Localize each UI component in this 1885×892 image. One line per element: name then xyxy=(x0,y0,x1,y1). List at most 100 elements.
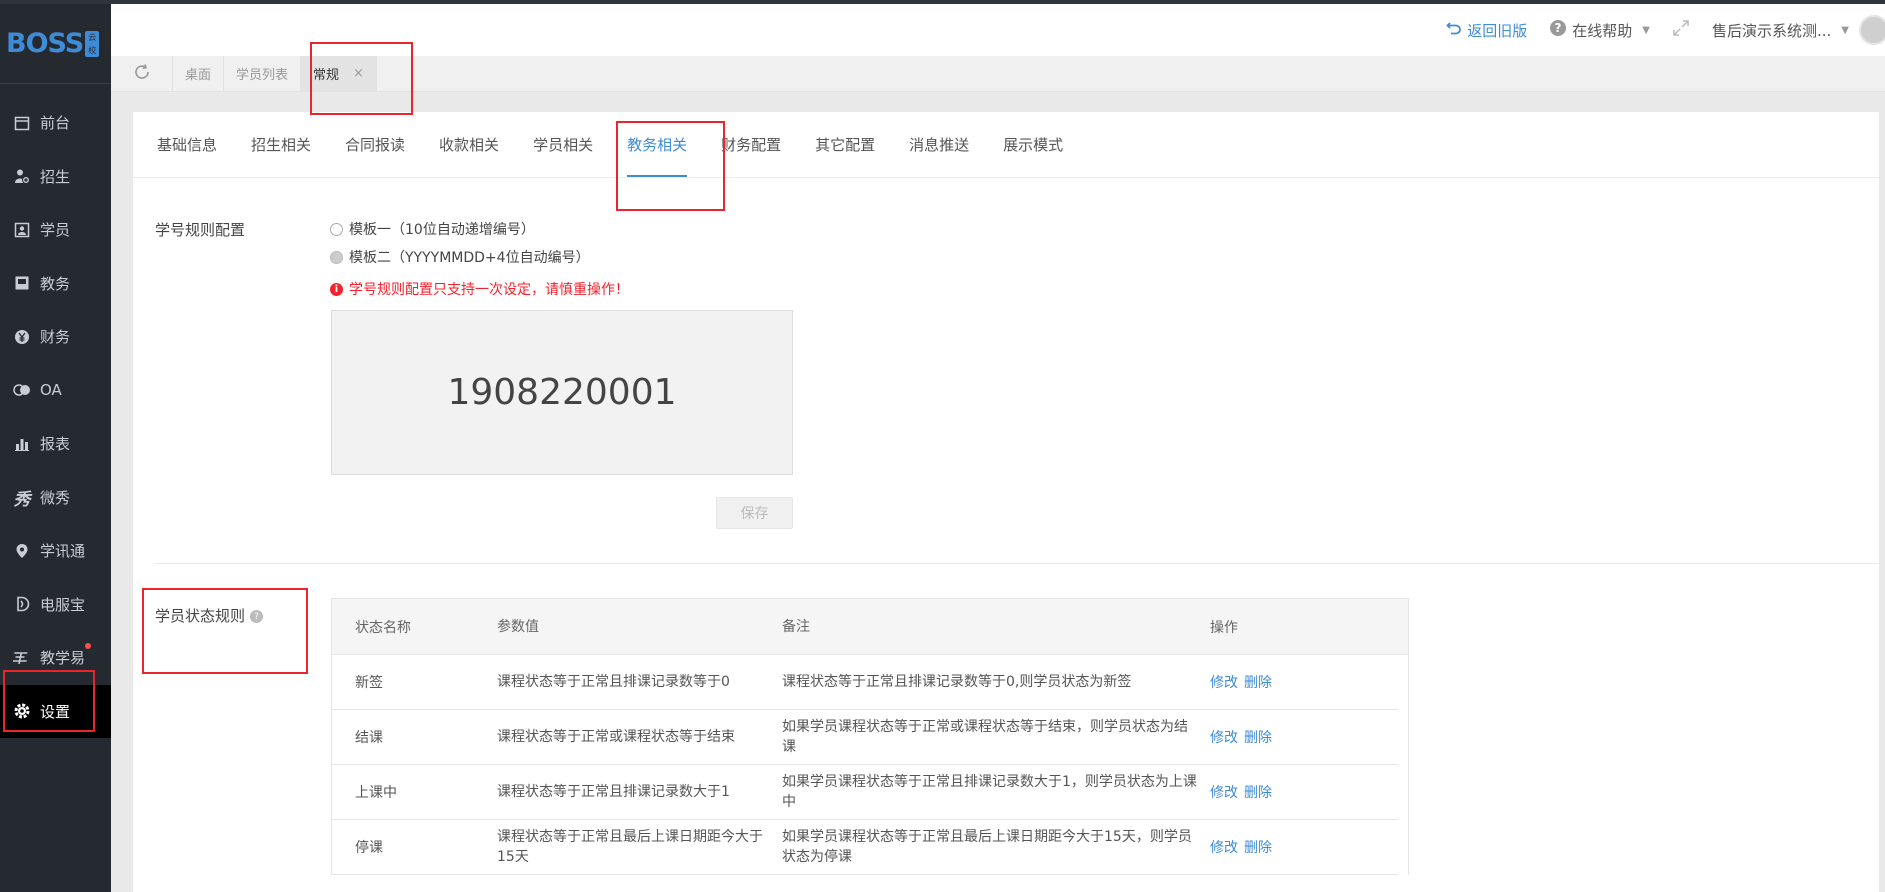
delete-link[interactable]: 删除 xyxy=(1244,785,1272,801)
help-circle-icon: ? xyxy=(1549,19,1567,41)
user-name: 售后演示系统测... xyxy=(1711,21,1832,40)
delete-link[interactable]: 删除 xyxy=(1244,840,1272,856)
edit-link[interactable]: 修改 xyxy=(1210,675,1238,691)
warning-message: i 学号规则配置只支持一次设定，请慎重操作！ xyxy=(330,279,629,299)
chevron-down-icon: ▼ xyxy=(1841,24,1849,36)
edit-link[interactable]: 修改 xyxy=(1210,785,1238,801)
tab-desktop[interactable]: 桌面 xyxy=(173,56,225,91)
tab-label: 学员列表 xyxy=(236,68,289,83)
column-header: 参数值 xyxy=(497,618,539,635)
sidebar-item-label: 前台 xyxy=(40,114,71,133)
undo-icon xyxy=(1446,20,1462,40)
status-name: 结课 xyxy=(355,730,383,746)
table-row: 新签 课程状态等于正常且排课记录数等于0 课程状态等于正常且排课记录数等于0,则… xyxy=(332,655,1398,710)
sidebar-item-label: OA xyxy=(40,381,62,400)
sidebar-item-xuexuntong[interactable]: 学讯通 xyxy=(0,524,111,578)
sidebar-item-jiaoxueyi[interactable]: 教学易 xyxy=(0,631,111,685)
status-name: 上课中 xyxy=(355,785,397,801)
subtab-payment[interactable]: 收款相关 xyxy=(439,111,499,177)
sidebar-item-dianfubao[interactable]: 电服宝 xyxy=(0,578,111,632)
notification-dot xyxy=(85,643,91,649)
user-menu[interactable]: 售后演示系统测... ▼ xyxy=(1712,15,1885,45)
subtab-contract[interactable]: 合同报读 xyxy=(345,111,405,177)
subtab-display-mode[interactable]: 展示模式 xyxy=(1003,111,1063,177)
sidebar-nav: 前台 招生 学员 教务 财务 OA 报表 秀 微秀 学讯通 电服宝 教学易 设置 xyxy=(0,84,111,738)
sidebar-item-label: 学员 xyxy=(40,221,71,240)
tab-label: 常规 xyxy=(313,68,340,83)
save-button[interactable]: 保存 xyxy=(716,497,793,529)
edit-link[interactable]: 修改 xyxy=(1210,730,1238,746)
student-no-preview: 1908220001 xyxy=(331,310,793,475)
calendar-icon xyxy=(13,114,31,132)
subtab-basic-info[interactable]: 基础信息 xyxy=(157,111,217,177)
row-actions: 修改 删除 xyxy=(1210,672,1380,692)
sidebar-item-finance[interactable]: 财务 xyxy=(0,310,111,364)
info-icon: i xyxy=(330,282,343,296)
question-icon[interactable]: ? xyxy=(250,610,264,623)
radio-circle xyxy=(330,222,343,236)
subtab-message-push[interactable]: 消息推送 xyxy=(909,111,969,177)
section-divider xyxy=(154,563,1879,564)
sidebar-item-label: 招生 xyxy=(40,167,71,186)
logo: BOSS 云 校 xyxy=(0,4,111,84)
sidebar-item-frontdesk[interactable]: 前台 xyxy=(0,96,111,150)
template-one-label: 模板一（10位自动递增编号） xyxy=(349,222,535,238)
sidebar-item-settings[interactable]: 设置 xyxy=(0,684,111,738)
param-value: 课程状态等于正常且最后上课日期距今大于15天 xyxy=(497,829,763,865)
sidebar-item-reports[interactable]: 报表 xyxy=(0,417,111,471)
subtab-student[interactable]: 学员相关 xyxy=(533,111,593,177)
param-value: 课程状态等于正常且排课记录数大于1 xyxy=(497,784,730,800)
teach-icon xyxy=(13,649,31,667)
table-row: 上课中 课程状态等于正常且排课记录数大于1 如果学员课程状态等于正常且排课记录数… xyxy=(332,765,1398,820)
xiu-icon: 秀 xyxy=(13,489,31,510)
status-rules-table: 状态名称 参数值 备注 操作 新签 课程状态等于正常且排课记录数等于0 课程状态… xyxy=(331,598,1409,875)
sidebar-item-weixiu[interactable]: 秀 微秀 xyxy=(0,471,111,525)
back-old-version-label: 返回旧版 xyxy=(1467,21,1528,40)
phone-icon xyxy=(13,595,31,613)
remark: 课程状态等于正常且排课记录数等于0,则学员状态为新签 xyxy=(782,674,1132,690)
fullscreen-button[interactable] xyxy=(1672,19,1690,41)
template-two-radio[interactable]: 模板二（YYYYMMDD+4位自动编号） xyxy=(330,247,590,267)
expand-icon xyxy=(1672,19,1690,41)
column-header: 状态名称 xyxy=(355,619,411,636)
refresh-icon xyxy=(133,63,151,85)
top-header: 返回旧版 ? 在线帮助 ▼ 售后演示系统测... ▼ xyxy=(111,4,1885,56)
sidebar-item-label: 财务 xyxy=(40,328,71,347)
sidebar-item-enroll[interactable]: 招生 xyxy=(0,150,111,204)
add-user-icon xyxy=(13,167,31,185)
status-name: 停课 xyxy=(355,840,383,856)
online-help-dropdown[interactable]: ? 在线帮助 ▼ xyxy=(1549,19,1650,41)
tab-label: 桌面 xyxy=(185,68,212,83)
subtab-other-config[interactable]: 其它配置 xyxy=(815,111,875,177)
close-icon[interactable]: × xyxy=(353,66,364,81)
tab-general[interactable]: 常规 × xyxy=(301,56,377,91)
chevron-down-icon: ▼ xyxy=(1642,24,1650,36)
sidebar-item-students[interactable]: 学员 xyxy=(0,203,111,257)
settings-subtabs: 基础信息 招生相关 合同报读 收款相关 学员相关 教务相关 财务配置 其它配置 … xyxy=(133,112,1879,178)
remark: 如果学员课程状态等于正常且最后上课日期距今大于15天，则学员状态为停课 xyxy=(782,829,1192,865)
gear-icon xyxy=(13,702,31,720)
sidebar-item-label: 报表 xyxy=(40,435,71,454)
page-tabbar: 桌面 学员列表 常规 × xyxy=(111,56,1885,92)
template-one-radio[interactable]: 模板一（10位自动递增编号） xyxy=(330,219,535,239)
edit-link[interactable]: 修改 xyxy=(1210,840,1238,856)
delete-link[interactable]: 删除 xyxy=(1244,730,1272,746)
toggle-icon xyxy=(13,381,31,399)
remark: 如果学员课程状态等于正常且排课记录数大于1，则学员状态为上课中 xyxy=(782,774,1197,810)
sidebar-item-label: 微秀 xyxy=(40,488,71,507)
logo-badge: 云 校 xyxy=(85,30,100,57)
subtab-enrollment[interactable]: 招生相关 xyxy=(251,111,311,177)
tab-student-list[interactable]: 学员列表 xyxy=(224,56,302,91)
column-header: 操作 xyxy=(1210,619,1238,636)
back-old-version-link[interactable]: 返回旧版 xyxy=(1446,20,1527,41)
refresh-button[interactable] xyxy=(111,56,173,91)
subtab-academic[interactable]: 教务相关 xyxy=(627,111,688,177)
avatar[interactable] xyxy=(1859,15,1885,45)
sidebar-item-academic[interactable]: 教务 xyxy=(0,257,111,311)
table-row: 停课 课程状态等于正常且最后上课日期距今大于15天 如果学员课程状态等于正常且最… xyxy=(332,820,1398,875)
delete-link[interactable]: 删除 xyxy=(1244,675,1272,691)
radio-circle-checked xyxy=(330,250,343,264)
sidebar-item-oa[interactable]: OA xyxy=(0,364,111,418)
book-icon xyxy=(13,274,31,292)
subtab-finance-config[interactable]: 财务配置 xyxy=(721,111,781,177)
